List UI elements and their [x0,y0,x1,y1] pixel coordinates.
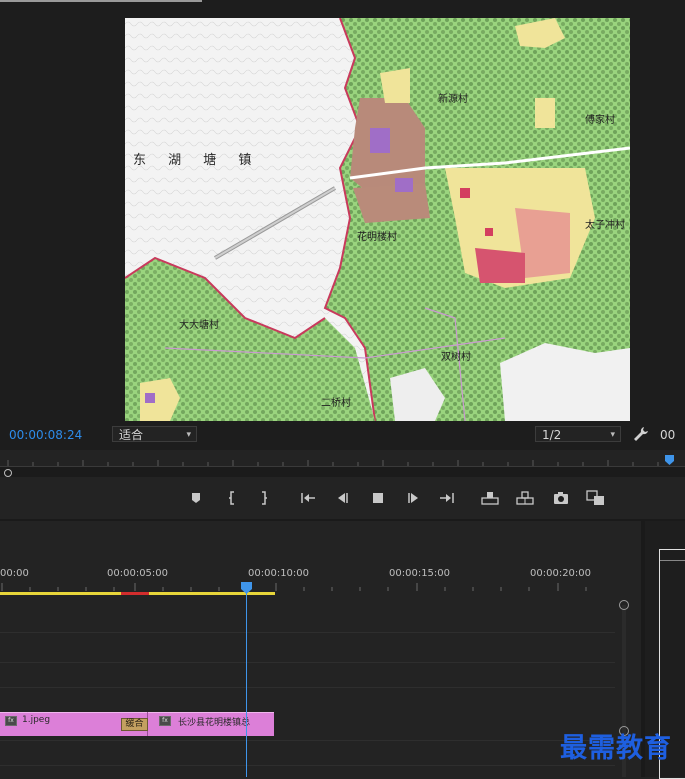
clip-name: 1.jpeg [22,715,51,725]
ruler-label: 00:00:15:00 [389,568,451,579]
map-village-label: 傅家村 [585,115,615,126]
step-forward-icon[interactable] [403,489,423,507]
panel-tab-indicator [0,0,202,2]
playhead-timecode[interactable]: 00:00:08:24 [9,428,82,442]
map-village-label: 花明楼村 [357,232,397,243]
zoom-fit-value: 适合 [119,428,144,442]
transition-label[interactable]: 缓合 [121,718,148,731]
monitor-time-ruler[interactable] [0,452,685,466]
marker-icon[interactable] [187,489,207,507]
playback-resolution-select[interactable]: 1/2 ▾ [535,426,621,442]
chevron-down-icon: ▾ [186,430,191,440]
video-preview-frame[interactable]: 东 湖 塘 镇 新源村 傅家村 花明楼村 太子冲村 大大塘村 双树村 二桥村 [125,18,630,421]
render-status-bar [121,592,149,595]
ruler-label: 00:00:05:00 [107,568,169,579]
track-divider [0,632,615,633]
map-village-label: 新源村 [438,94,468,105]
ruler-label: 00:00 [0,568,29,579]
track-divider [0,740,615,741]
fx-icon: fx [5,716,17,726]
ruler-label: 00:00:10:00 [248,568,310,579]
playhead-line[interactable] [246,592,247,777]
playback-resolution-value: 1/2 [542,428,562,442]
timeline-ruler[interactable] [0,583,615,591]
ruler-label: 00:00:20:00 [530,568,592,579]
out-point-icon[interactable] [254,489,274,507]
chevron-down-icon: ▾ [610,430,615,440]
side-panel-rule [660,560,685,561]
wrench-icon[interactable] [633,426,649,442]
map-village-label: 双树村 [441,352,471,363]
zoom-fit-select[interactable]: 适合 ▾ [112,426,197,442]
map-village-label: 大大塘村 [179,320,219,331]
watermark-logo: 最需教育 [560,733,672,764]
monitor-scrub-bar[interactable] [0,466,685,477]
track-divider [0,687,615,688]
go-to-out-icon[interactable] [437,489,457,507]
lift-icon[interactable] [480,489,500,507]
map-region-label: 东 湖 塘 镇 [133,153,261,168]
fx-icon: fx [159,716,171,726]
scroll-handle-left[interactable] [4,469,12,477]
monitor-playhead-icon[interactable] [665,455,674,465]
stop-icon[interactable] [368,489,388,507]
in-point-icon[interactable] [222,489,242,507]
step-back-icon[interactable] [333,489,353,507]
map-village-label: 太子冲村 [585,220,625,231]
clip-name: 长沙县花明楼镇总 [178,718,251,728]
timeline-panel [0,521,645,777]
scroll-handle-top[interactable] [619,600,629,610]
track-divider [0,765,615,766]
track-divider [0,662,615,663]
export-frame-icon[interactable] [551,489,571,507]
duration-timecode: 00 [660,428,676,442]
go-to-in-icon[interactable] [298,489,318,507]
extract-icon[interactable] [515,489,535,507]
map-village-label: 二桥村 [321,398,351,409]
map-image [125,18,630,421]
button-editor-icon[interactable] [586,489,606,507]
